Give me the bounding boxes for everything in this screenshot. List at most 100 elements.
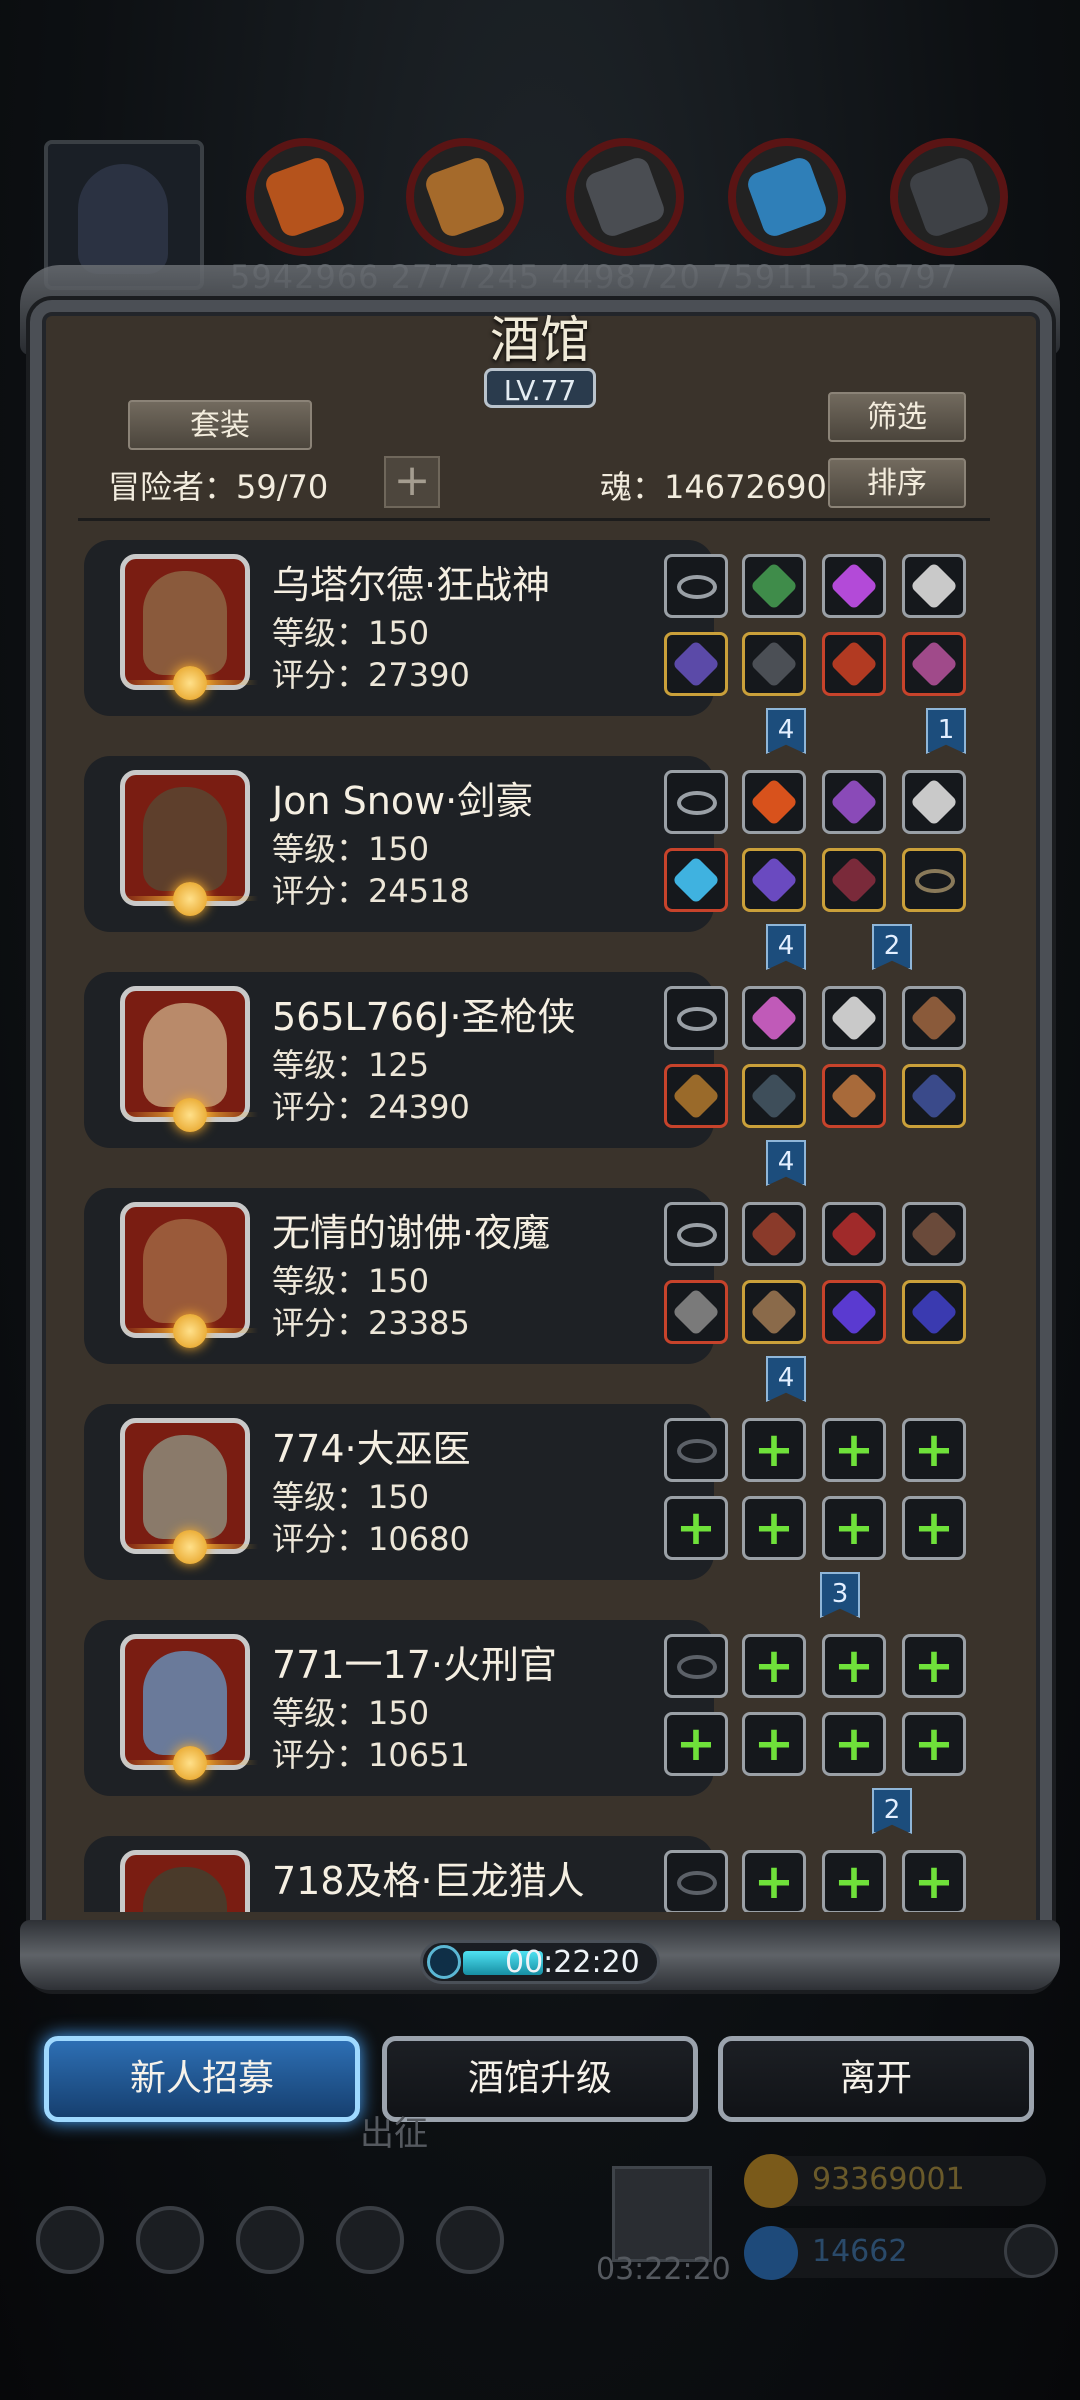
equip-slot-crystal[interactable] (822, 1202, 886, 1266)
plus-icon: + (833, 1638, 875, 1694)
sort-button[interactable]: 排序 (828, 458, 966, 508)
add-equip-slot[interactable]: + (902, 1418, 966, 1482)
add-equip-slot[interactable]: + (822, 1850, 886, 1912)
equip-slot-crystal[interactable] (822, 986, 886, 1050)
equip-slot-gem[interactable] (742, 770, 806, 834)
hero-name: 771一17·火刑官 (272, 1643, 557, 1687)
hero-row[interactable]: 无情的谢佛·夜魔 等级：150 评分：23385 4 (84, 1180, 1002, 1402)
badge-icon[interactable] (136, 2206, 204, 2274)
add-equip-slot[interactable]: + (822, 1418, 886, 1482)
add-equip-slot[interactable]: + (742, 1496, 806, 1560)
equip-slot-crystal[interactable] (822, 770, 886, 834)
equip-slot-gem[interactable] (742, 1202, 806, 1266)
equip-slot-emblem[interactable] (902, 770, 966, 834)
equip-slot-necklace[interactable] (664, 986, 728, 1050)
add-equip-slot[interactable]: + (822, 1634, 886, 1698)
avatar-face (78, 164, 168, 274)
leave-button[interactable]: 离开 (718, 2036, 1034, 2122)
equip-slot-necklace[interactable] (664, 554, 728, 618)
equip-slot-accessory[interactable] (902, 632, 966, 696)
add-equip-slot[interactable]: + (822, 1712, 886, 1776)
divider (78, 518, 990, 521)
hero-score: 评分：24518 (272, 872, 470, 910)
panel-title: 酒馆 (490, 311, 590, 369)
equip-slot-helmet[interactable] (822, 632, 886, 696)
equip-slot-armor[interactable] (742, 1280, 806, 1344)
equip-slot-armor[interactable] (742, 632, 806, 696)
equip-slot-weapon[interactable] (664, 1280, 728, 1344)
march-label: 出征 (360, 2114, 428, 2154)
hero-level: 等级：125 (272, 1046, 430, 1084)
plus-icon: + (675, 1500, 717, 1556)
hero-list[interactable]: 乌塔尔德·狂战神 等级：150 评分：27390 4 1 Jon Snow·剑豪… (84, 532, 1002, 1912)
add-equip-slot[interactable]: + (742, 1850, 806, 1912)
equip-slot-helmet[interactable] (822, 1280, 886, 1344)
recruit-button[interactable]: 新人招募 (44, 2036, 360, 2122)
add-equip-slot[interactable]: + (822, 1496, 886, 1560)
filter-button[interactable]: 筛选 (828, 392, 966, 442)
equip-slot-emblem[interactable] (902, 554, 966, 618)
add-equip-slot[interactable]: + (902, 1712, 966, 1776)
equip-slot-emblem[interactable] (902, 986, 966, 1050)
resource-stone-icon (890, 138, 1008, 256)
resource-wood-icon (406, 138, 524, 256)
equip-slot-necklace-empty[interactable] (664, 1634, 728, 1698)
add-currency-icon[interactable] (1004, 2224, 1058, 2278)
hero-row[interactable]: 718及格·巨龙猎人 + + + (84, 1828, 1002, 1912)
equip-slot-necklace[interactable] (664, 770, 728, 834)
hero-level: 等级：150 (272, 1262, 430, 1300)
plus-icon: + (753, 1854, 795, 1910)
hero-level: 等级：150 (272, 614, 430, 652)
timer-text: 00:22:20 (505, 1945, 640, 1980)
shield-icon[interactable] (436, 2206, 504, 2274)
equip-slot-weapon[interactable] (664, 632, 728, 696)
equip-slot-necklace-empty[interactable] (664, 1850, 728, 1912)
add-equip-slot[interactable]: + (902, 1850, 966, 1912)
star-rank-icon (122, 1524, 258, 1570)
tavern-level-badge: LV.77 (484, 368, 596, 408)
equip-slot-accessory[interactable] (902, 1064, 966, 1128)
add-equip-slot[interactable]: + (664, 1712, 728, 1776)
equip-slot-accessory[interactable] (902, 848, 966, 912)
equip-slot-necklace[interactable] (664, 1202, 728, 1266)
add-equip-slot[interactable]: + (902, 1496, 966, 1560)
star-rank-icon (122, 1740, 258, 1786)
gift-chest-icon[interactable] (612, 2166, 712, 2262)
hero-score: 评分：23385 (272, 1304, 470, 1342)
equip-slot-armor[interactable] (742, 848, 806, 912)
settings-icon[interactable] (36, 2206, 104, 2274)
plus-icon: + (833, 1500, 875, 1556)
add-equip-slot[interactable]: + (742, 1418, 806, 1482)
upgrade-tavern-button[interactable]: 酒馆升级 (382, 2036, 698, 2122)
hero-row[interactable]: Jon Snow·剑豪 等级：150 评分：24518 4 2 (84, 748, 1002, 970)
add-equip-slot[interactable]: + (742, 1712, 806, 1776)
equip-slot-gem[interactable] (742, 986, 806, 1050)
plus-icon: + (393, 455, 431, 506)
equip-slot-helmet[interactable] (822, 1064, 886, 1128)
equip-slot-weapon[interactable] (664, 848, 728, 912)
add-equip-slot[interactable]: + (664, 1496, 728, 1560)
equip-slot-necklace-empty[interactable] (664, 1418, 728, 1482)
guild-icon[interactable] (236, 2206, 304, 2274)
equip-slot-accessory[interactable] (902, 1280, 966, 1344)
equip-slot-crystal[interactable] (822, 554, 886, 618)
hero-row[interactable]: 乌塔尔德·狂战神 等级：150 评分：27390 4 1 (84, 532, 1002, 754)
equip-slot-weapon[interactable] (664, 1064, 728, 1128)
hero-row[interactable]: 774·大巫医 等级：150 评分：10680 + + + + + + + 3 (84, 1396, 1002, 1618)
suit-button[interactable]: 套装 (128, 400, 312, 450)
equip-slot-gem[interactable] (742, 554, 806, 618)
add-equip-slot[interactable]: + (902, 1634, 966, 1698)
hero-portrait[interactable] (120, 1850, 250, 1912)
hero-row[interactable]: 565L766J·圣枪侠 等级：125 评分：24390 4 (84, 964, 1002, 1186)
mail-icon[interactable] (336, 2206, 404, 2274)
equip-slot-helmet[interactable] (822, 848, 886, 912)
star-rank-icon (122, 660, 258, 706)
plus-icon: + (675, 1716, 717, 1772)
add-adventurer-slot-button[interactable]: + (384, 456, 440, 508)
resource-crystal-icon (728, 138, 846, 256)
gold-coin-icon (744, 2154, 798, 2208)
hero-row[interactable]: 771一17·火刑官 等级：150 评分：10651 + + + + + + +… (84, 1612, 1002, 1834)
equip-slot-armor[interactable] (742, 1064, 806, 1128)
equip-slot-emblem[interactable] (902, 1202, 966, 1266)
add-equip-slot[interactable]: + (742, 1634, 806, 1698)
